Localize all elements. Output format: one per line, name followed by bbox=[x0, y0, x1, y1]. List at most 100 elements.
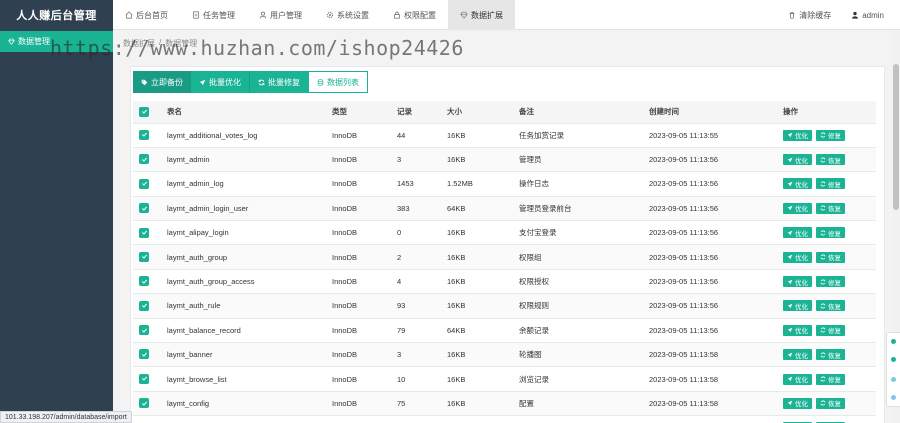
optimize-label: 优化 bbox=[795, 133, 808, 141]
cell-size: 16KB bbox=[441, 220, 513, 246]
row-select-cell bbox=[133, 342, 161, 368]
cell-size: 16KB bbox=[441, 366, 513, 392]
data-panel: 立即备份 批量优化 批量修复 数据列表 表名 类型 记录 大小 备注 创建时间 … bbox=[130, 66, 885, 423]
cell-type: InnoDB bbox=[326, 293, 391, 319]
rocket-icon bbox=[787, 376, 793, 382]
cell-actions: 优化 恢复 bbox=[777, 196, 876, 222]
optimize-button[interactable]: 优化 bbox=[783, 276, 812, 288]
row-select-cell bbox=[133, 244, 161, 270]
check-icon bbox=[141, 109, 147, 114]
gear-icon bbox=[326, 11, 334, 19]
row-checkbox[interactable] bbox=[139, 154, 149, 165]
cell-rows: 93 bbox=[391, 293, 441, 319]
cell-rows: 1453 bbox=[391, 171, 441, 197]
repair-button[interactable]: 修复 bbox=[816, 227, 845, 239]
cell-type: InnoDB bbox=[326, 244, 391, 270]
repair-button[interactable]: 修复 bbox=[816, 129, 845, 141]
nav-data-extension[interactable]: 数据扩展 bbox=[448, 0, 515, 30]
row-checkbox[interactable] bbox=[139, 373, 149, 384]
cell-note: VIP赠送记录 bbox=[513, 415, 643, 423]
refresh-icon bbox=[820, 132, 826, 138]
table-row: laymt_additional_votes_log InnoDB 44 16KB 任务… bbox=[133, 123, 876, 148]
cell-name: laymt_deliver_vip_log bbox=[161, 415, 326, 423]
rocket-icon bbox=[787, 401, 793, 406]
row-checkbox[interactable] bbox=[139, 300, 149, 311]
database-icon bbox=[317, 78, 324, 86]
row-checkbox[interactable] bbox=[139, 129, 149, 140]
batch-repair-button[interactable]: 批量修复 bbox=[249, 71, 308, 93]
optimize-button[interactable]: 优化 bbox=[783, 373, 812, 385]
repair-button[interactable]: 修复 bbox=[816, 276, 845, 288]
cell-name: laymt_alipay_login bbox=[161, 220, 326, 246]
restore-button[interactable]: 恢复 bbox=[816, 251, 845, 263]
cell-actions: 优化 修复 bbox=[777, 366, 876, 392]
database-table: 表名 类型 记录 大小 备注 创建时间 操作 laymt_additional_… bbox=[133, 101, 876, 423]
diamond-icon bbox=[460, 11, 468, 19]
repair-button[interactable]: 修复 bbox=[816, 178, 845, 190]
rocket-icon bbox=[787, 279, 793, 284]
optimize-button[interactable]: 优化 bbox=[783, 251, 812, 263]
row-checkbox[interactable] bbox=[139, 276, 149, 287]
table-row: laymt_banner InnoDB 3 16KB 轮播图 2023-09-05 11:… bbox=[133, 342, 876, 368]
optimize-button[interactable]: 优化 bbox=[783, 202, 812, 214]
row-checkbox[interactable] bbox=[139, 251, 149, 262]
batch-optimize-button[interactable]: 批量优化 bbox=[191, 71, 249, 93]
optimize-button[interactable]: 优化 bbox=[783, 300, 812, 312]
row-checkbox[interactable] bbox=[139, 203, 149, 214]
row-checkbox[interactable] bbox=[139, 349, 149, 360]
rocket-icon bbox=[787, 181, 793, 187]
restore-button[interactable]: 恢复 bbox=[816, 202, 845, 214]
floating-toolbar[interactable] bbox=[886, 332, 900, 407]
optimize-button[interactable]: 优化 bbox=[783, 227, 812, 239]
row-checkbox[interactable] bbox=[139, 325, 149, 336]
cell-type: InnoDB bbox=[326, 147, 391, 173]
app-title[interactable]: 人人赚后台管理 bbox=[0, 0, 113, 30]
restore-label: 恢复 bbox=[828, 401, 841, 409]
optimize-button[interactable]: 优化 bbox=[783, 397, 812, 409]
nav-users[interactable]: 用户管理 bbox=[247, 0, 314, 30]
restore-button[interactable]: 恢复 bbox=[816, 349, 845, 361]
cell-size: 64KB bbox=[441, 196, 513, 222]
status-dot-icon bbox=[891, 357, 896, 362]
restore-label: 恢复 bbox=[828, 255, 841, 263]
optimize-button[interactable]: 优化 bbox=[783, 349, 812, 361]
nav-home[interactable]: 后台首页 bbox=[113, 0, 180, 30]
cell-rows: 10 bbox=[391, 366, 441, 392]
repair-button[interactable]: 修复 bbox=[816, 324, 845, 336]
table-row: laymt_alipay_login InnoDB 0 16KB 支付宝登录 2023-0… bbox=[133, 220, 876, 246]
user-menu[interactable]: admin bbox=[851, 11, 884, 20]
backup-now-button[interactable]: 立即备份 bbox=[133, 71, 191, 93]
select-all-checkbox[interactable] bbox=[139, 106, 149, 117]
cell-note: 管理员登录前台 bbox=[513, 196, 643, 222]
repair-button[interactable]: 修复 bbox=[816, 373, 845, 385]
cell-note: 权限组 bbox=[513, 244, 643, 270]
row-select-cell bbox=[133, 293, 161, 319]
row-checkbox[interactable] bbox=[139, 227, 149, 238]
header-created: 创建时间 bbox=[643, 101, 777, 124]
repair-label: 修复 bbox=[828, 230, 841, 238]
scrollbar-thumb[interactable] bbox=[893, 64, 899, 210]
cell-actions: 优化 修复 bbox=[777, 269, 876, 295]
check-icon bbox=[141, 157, 147, 162]
clear-cache-label: 清除缓存 bbox=[799, 10, 832, 20]
nav-settings[interactable]: 系统设置 bbox=[314, 0, 381, 30]
restore-label: 恢复 bbox=[828, 303, 841, 311]
cell-name: laymt_auth_group_access bbox=[161, 269, 326, 295]
table-row: laymt_auth_group_access InnoDB 4 16KB 权限授权 20… bbox=[133, 269, 876, 295]
row-checkbox[interactable] bbox=[139, 178, 149, 189]
nav-label: 权限配置 bbox=[404, 10, 436, 20]
restore-button[interactable]: 恢复 bbox=[816, 300, 845, 312]
nav-permissions[interactable]: 权限配置 bbox=[381, 0, 448, 30]
cell-actions: 优化 修复 bbox=[777, 220, 876, 246]
data-list-button[interactable]: 数据列表 bbox=[308, 71, 368, 93]
optimize-button[interactable]: 优化 bbox=[783, 324, 812, 336]
restore-button[interactable]: 恢复 bbox=[816, 154, 845, 166]
optimize-button[interactable]: 优化 bbox=[783, 129, 812, 141]
restore-button[interactable]: 恢复 bbox=[816, 397, 845, 409]
optimize-button[interactable]: 优化 bbox=[783, 178, 812, 190]
optimize-button[interactable]: 优化 bbox=[783, 154, 812, 166]
row-checkbox[interactable] bbox=[139, 398, 149, 409]
clear-cache-button[interactable]: 清除缓存 bbox=[788, 10, 831, 21]
cell-rows: 383 bbox=[391, 196, 441, 222]
nav-tasks[interactable]: 任务管理 bbox=[180, 0, 247, 30]
